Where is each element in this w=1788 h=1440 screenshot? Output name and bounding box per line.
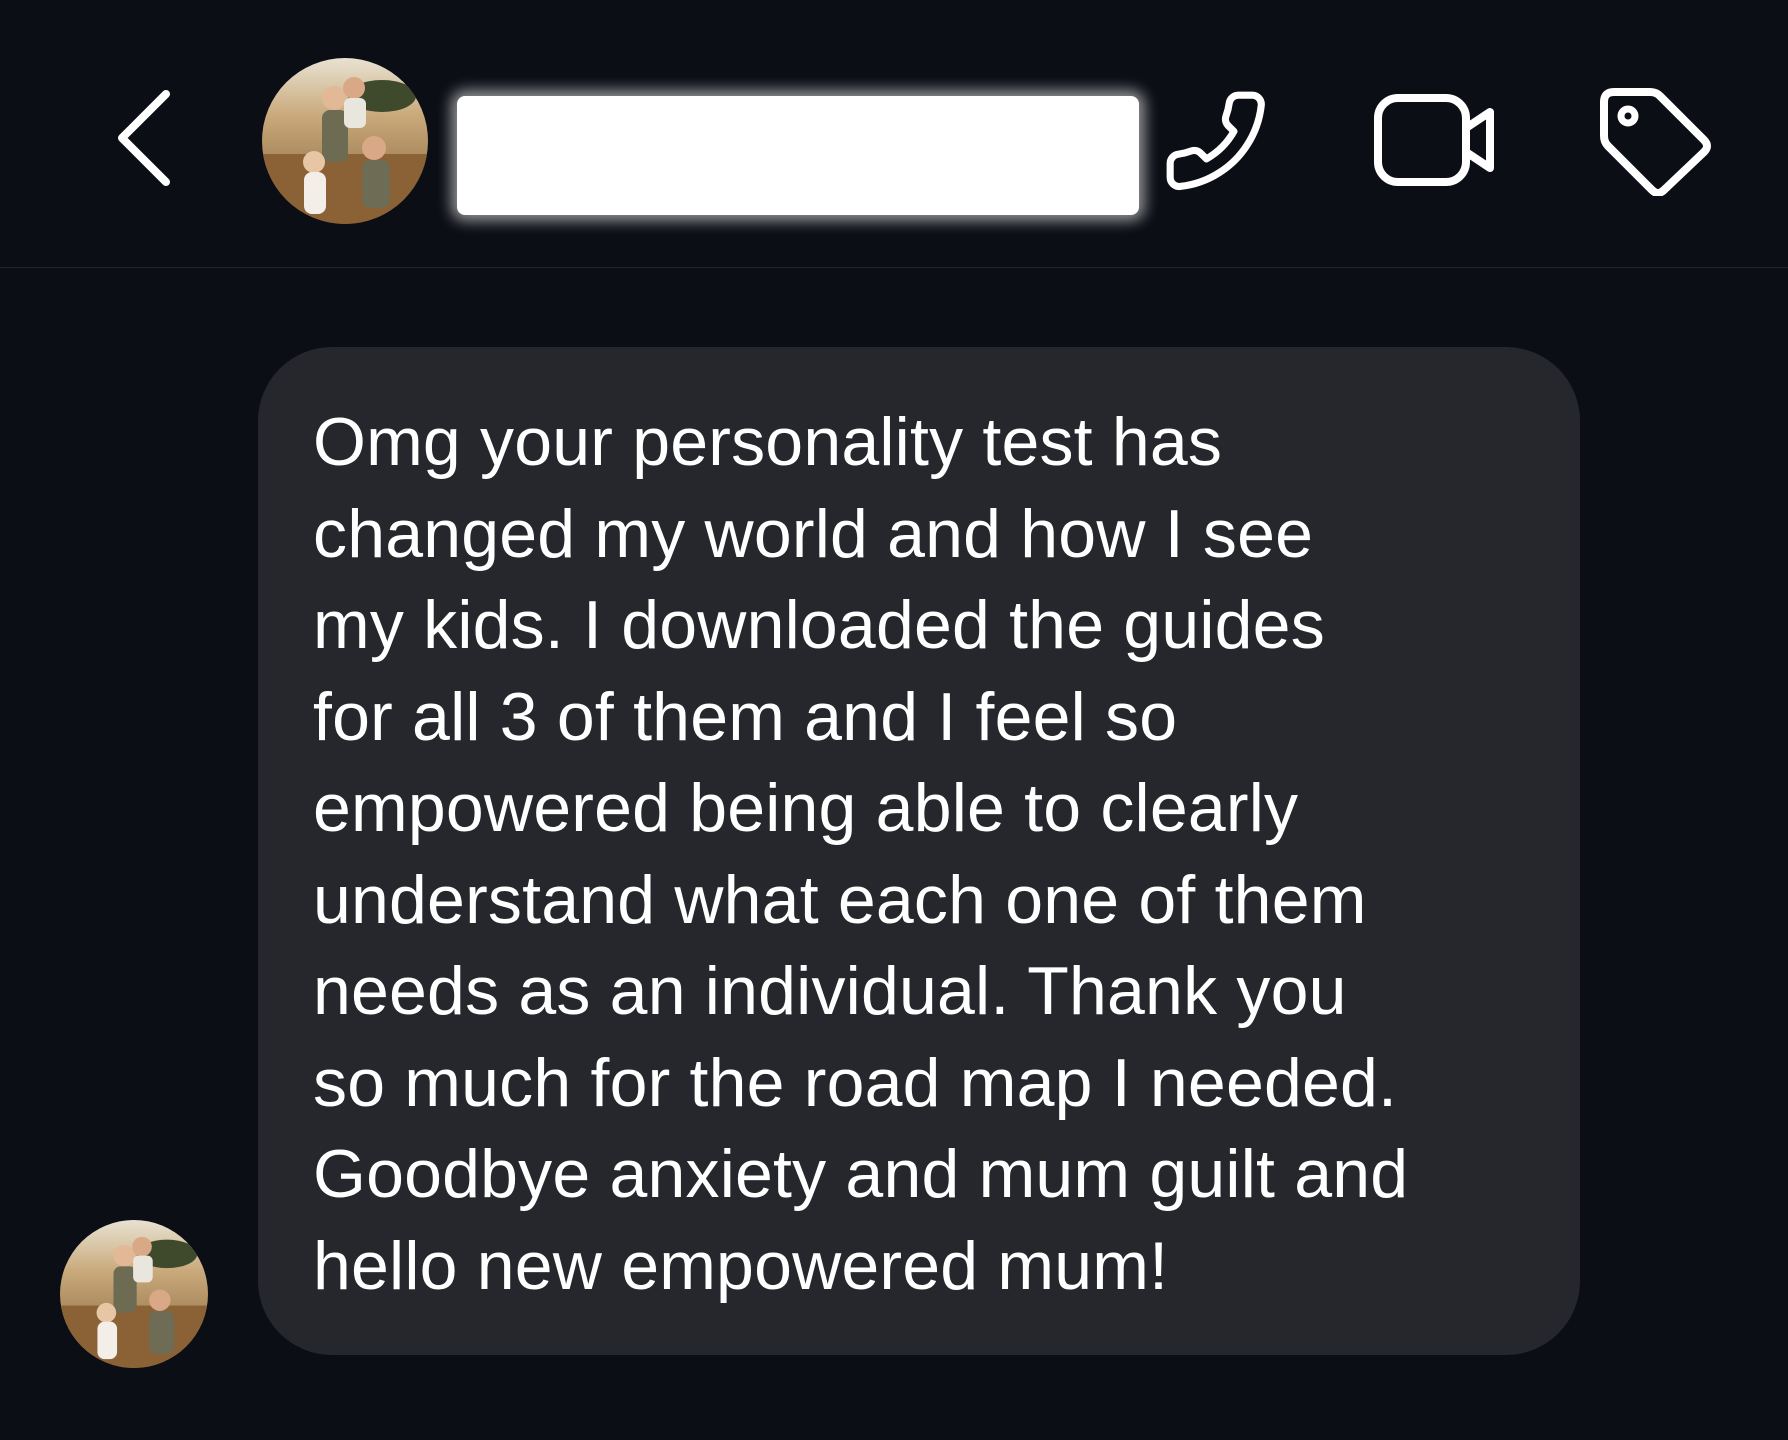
message-line: Goodbye anxiety and mum guilt and — [313, 1136, 1409, 1212]
tag-icon — [1600, 88, 1711, 197]
message-line: so much for the road map I needed. — [313, 1044, 1398, 1121]
message-line: understand what each one of them — [313, 861, 1367, 938]
phone-icon — [1166, 91, 1265, 191]
message-line: needs as an individual. Thank you — [313, 953, 1347, 1029]
chevron-left-icon — [118, 90, 170, 186]
message-line: Omg your personality test has — [313, 404, 1223, 480]
message-line: my kids. I downloaded the guides — [313, 587, 1325, 663]
back-button[interactable] — [100, 86, 190, 190]
family-photo-avatar — [262, 58, 428, 224]
redacted-contact-name — [457, 96, 1139, 215]
tag-button[interactable] — [1594, 86, 1714, 197]
video-call-button[interactable] — [1372, 90, 1498, 190]
message-text: Omg your personality test has changed my… — [313, 397, 1540, 1312]
dm-thread-screen: Omg your personality test has changed my… — [0, 0, 1788, 1440]
message-line: hello new empowered mum! — [313, 1227, 1169, 1304]
thread-header — [0, 0, 1788, 268]
family-photo-avatar — [60, 1220, 208, 1368]
contact-name — [457, 96, 1139, 168]
sender-avatar[interactable] — [60, 1220, 208, 1368]
call-button[interactable] — [1160, 86, 1272, 196]
message-line: empowered being able to clearly — [313, 770, 1299, 846]
contact-avatar[interactable] — [262, 58, 428, 224]
message-line: for all 3 of them and I feel so — [313, 678, 1178, 755]
video-camera-icon — [1374, 94, 1494, 186]
message-bubble[interactable]: Omg your personality test has changed my… — [258, 347, 1580, 1355]
message-line: changed my world and how I see — [313, 495, 1314, 572]
